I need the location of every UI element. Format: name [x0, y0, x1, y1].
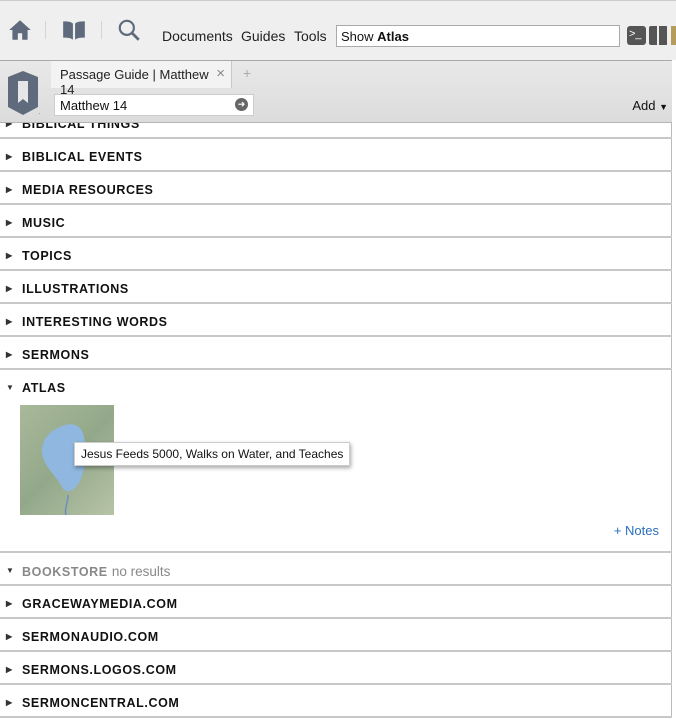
section-sermonaudio[interactable]: ▶ SERMONAUDIO.COM — [0, 619, 672, 652]
expand-triangle-icon: ▶ — [6, 317, 13, 326]
menu-documents[interactable]: Documents — [162, 28, 233, 44]
section-label: TOPICS — [22, 249, 72, 263]
expand-triangle-icon: ▶ — [6, 218, 13, 227]
passage-guide-panel: Passage Guide | Matthew 14 × + Matthew 14… — [0, 60, 672, 718]
section-interesting-words[interactable]: ▶ INTERESTING WORDS — [0, 304, 672, 337]
panel-menu-icon[interactable] — [6, 69, 40, 117]
expand-triangle-icon: ▶ — [6, 185, 13, 194]
layouts-icon[interactable] — [649, 26, 668, 45]
section-sermons-logos[interactable]: ▶ SERMONS.LOGOS.COM — [0, 652, 672, 685]
tab-passage-guide[interactable]: Passage Guide | Matthew 14 × — [51, 61, 232, 97]
section-sermons[interactable]: ▶ SERMONS — [0, 337, 672, 370]
main-toolbar: Documents Guides Tools Show Atlas >_ — [0, 0, 676, 60]
menu-guides[interactable]: Guides — [241, 28, 285, 44]
section-biblical-events[interactable]: ▶ BIBLICAL EVENTS — [0, 139, 672, 172]
section-music[interactable]: ▶ MUSIC — [0, 205, 672, 238]
map-tooltip: Jesus Feeds 5000, Walks on Water, and Te… — [74, 442, 351, 466]
section-label: BIBLICAL EVENTS — [22, 150, 143, 164]
section-label: SERMONS — [22, 348, 90, 362]
expand-triangle-icon: ▶ — [6, 632, 13, 641]
expand-triangle-icon: ▶ — [6, 698, 13, 707]
library-book-icon[interactable] — [61, 17, 87, 43]
expand-triangle-icon: ▶ — [6, 251, 13, 260]
section-label: ATLAS — [22, 381, 66, 395]
section-label: ILLUSTRATIONS — [22, 282, 129, 296]
collapse-triangle-icon: ▼ — [6, 383, 15, 392]
command-prefix: Show — [341, 29, 374, 44]
command-box[interactable]: Show Atlas — [336, 25, 620, 47]
new-tab-button[interactable]: + — [243, 65, 251, 81]
section-label: MEDIA RESOURCES — [22, 183, 154, 197]
section-biblical-things[interactable]: ▶ BIBLICAL THINGS — [0, 123, 672, 139]
add-notes-link[interactable]: + Notes — [614, 523, 659, 538]
program-icon[interactable] — [671, 26, 676, 45]
home-icon[interactable] — [7, 17, 33, 43]
tab-title: Passage Guide | Matthew 14 — [60, 67, 209, 97]
guide-content[interactable]: ▶ BIBLICAL THINGS ▶ BIBLICAL EVENTS ▶ MEDIA… — [0, 123, 672, 719]
section-topics[interactable]: ▶ TOPICS — [0, 238, 672, 271]
search-icon[interactable] — [116, 17, 142, 43]
close-tab-icon[interactable]: × — [216, 65, 225, 82]
collapse-triangle-icon: ▼ — [6, 566, 15, 575]
section-label: MUSIC — [22, 216, 66, 230]
panel-header: Passage Guide | Matthew 14 × + Matthew 14… — [0, 61, 672, 123]
reference-input[interactable]: Matthew 14 ➜ — [54, 94, 254, 116]
section-label: SERMONS.LOGOS.COM — [22, 663, 177, 677]
expand-triangle-icon: ▶ — [6, 665, 13, 674]
section-sermoncentral[interactable]: ▶ SERMONCENTRAL.COM — [0, 685, 672, 718]
section-label: SERMONCENTRAL.COM — [22, 696, 180, 710]
expand-triangle-icon: ▶ — [6, 599, 13, 608]
go-arrow-icon[interactable]: ➜ — [235, 98, 248, 111]
expand-triangle-icon: ▶ — [6, 350, 13, 359]
section-label: BIBLICAL THINGS — [22, 123, 140, 131]
section-gracewaymedia[interactable]: ▶ GRACEWAYMEDIA.COM — [0, 586, 672, 619]
reference-value: Matthew 14 — [60, 98, 128, 113]
section-label: SERMONAUDIO.COM — [22, 630, 159, 644]
expand-triangle-icon: ▶ — [6, 123, 13, 128]
section-bookstore[interactable]: ▼ BOOKSTORE no results — [0, 553, 672, 586]
bookstore-status: no results — [111, 564, 171, 579]
add-button[interactable]: Add ▼ — [632, 98, 668, 113]
section-illustrations[interactable]: ▶ ILLUSTRATIONS — [0, 271, 672, 304]
expand-triangle-icon: ▶ — [6, 152, 13, 161]
command-keyword: Atlas — [377, 29, 409, 44]
add-label: Add — [632, 98, 656, 113]
caret-down-icon: ▼ — [659, 102, 668, 112]
section-label: INTERESTING WORDS — [22, 315, 168, 329]
console-icon[interactable]: >_ — [627, 26, 646, 45]
menu-tools[interactable]: Tools — [294, 28, 327, 44]
atlas-header[interactable]: ▼ ATLAS — [0, 370, 672, 403]
section-media-resources[interactable]: ▶ MEDIA RESOURCES — [0, 172, 672, 205]
section-label: BOOKSTORE — [22, 565, 108, 579]
section-label: GRACEWAYMEDIA.COM — [22, 597, 178, 611]
section-atlas: ▼ ATLAS Jesus Feeds 5000, Walks on Water,… — [0, 370, 672, 553]
expand-triangle-icon: ▶ — [6, 284, 13, 293]
